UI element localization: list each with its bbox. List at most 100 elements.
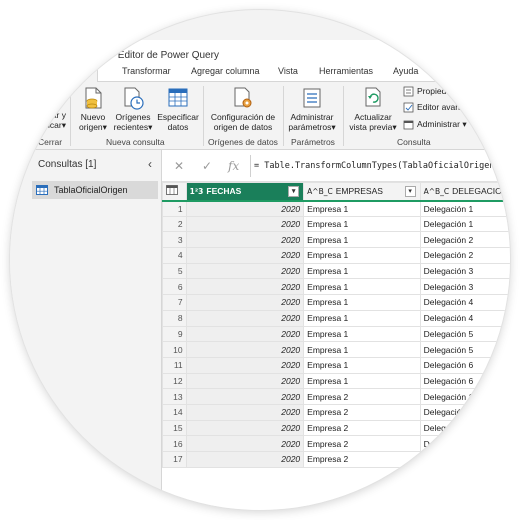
- cell-delegacion[interactable]: Delegación 6: [419, 356, 510, 374]
- cell-delegacion[interactable]: Delegación 1: [419, 200, 510, 217]
- close-apply-button[interactable]: rar y icar▾: [40, 110, 66, 130]
- cell-delegacion[interactable]: Delegación 2: [419, 247, 510, 264]
- cell-fechas[interactable]: 2020: [185, 388, 305, 405]
- chevron-left-icon[interactable]: ‹: [148, 157, 152, 171]
- cell-fechas[interactable]: 2020: [185, 278, 305, 296]
- row-number[interactable]: 9: [162, 325, 187, 343]
- cell-delegacion[interactable]: Delegación 2: [419, 419, 510, 437]
- tab-ayuda[interactable]: Ayuda: [393, 66, 418, 76]
- cell-empresas[interactable]: Empresa 1: [303, 215, 421, 233]
- tab-agregar-columna[interactable]: Agregar columna: [191, 66, 260, 76]
- cell-fechas[interactable]: 2020: [185, 451, 305, 468]
- data-source-settings-button[interactable]: Configuración de origen de datos: [207, 86, 279, 132]
- cell-empresas[interactable]: Empresa 1: [303, 278, 421, 296]
- cell-delegacion[interactable]: Delegación 1: [419, 403, 510, 421]
- row-number[interactable]: 6: [162, 278, 187, 296]
- cell-fechas[interactable]: 2020: [185, 356, 305, 374]
- table-row: 16 2020 Empresa 2 Delegación 2: [162, 435, 510, 452]
- cell-empresas[interactable]: Empresa 1: [303, 294, 421, 311]
- origenes-recientes-button[interactable]: Orígenes recientes▾: [112, 86, 154, 132]
- cell-empresas[interactable]: Empresa 1: [303, 325, 421, 343]
- cell-delegacion[interactable]: Delegación 4: [419, 309, 510, 327]
- cell-empresas[interactable]: Empresa 1: [303, 372, 421, 390]
- row-number[interactable]: 4: [162, 247, 187, 264]
- row-number[interactable]: 17: [162, 451, 187, 468]
- tab-vista[interactable]: Vista: [278, 66, 298, 76]
- especificar-datos-button[interactable]: Especificar datos: [156, 86, 200, 132]
- row-number[interactable]: 15: [162, 419, 187, 437]
- row-number[interactable]: 3: [162, 231, 187, 249]
- row-number[interactable]: 11: [162, 356, 187, 374]
- cell-empresas[interactable]: Empresa 2: [303, 403, 421, 421]
- cell-fechas[interactable]: 2020: [185, 435, 305, 452]
- cell-empresas[interactable]: Empresa 1: [303, 341, 421, 358]
- cell-fechas[interactable]: 2020: [185, 294, 305, 311]
- column-header-empresas[interactable]: A^B_C EMPRESAS ▾: [303, 182, 421, 202]
- properties-button[interactable]: Propied: [403, 86, 446, 97]
- formula-input[interactable]: = Table.TransformColumnTypes(TablaOficia…: [254, 161, 510, 171]
- cell-empresas[interactable]: Empresa 1: [303, 231, 421, 249]
- column-header-fechas[interactable]: 1²3 FECHAS ▾: [185, 182, 305, 202]
- manage-parameters-button[interactable]: Administrar parámetros▾: [287, 86, 337, 132]
- cell-fechas[interactable]: 2020: [185, 262, 305, 280]
- cell-empresas[interactable]: Empresa 1: [303, 200, 421, 217]
- cell-fechas[interactable]: 2020: [185, 231, 305, 249]
- row-number[interactable]: 2: [162, 215, 187, 233]
- cell-delegacion[interactable]: Delegación 1: [419, 388, 510, 405]
- query-item-tablaoficialorigen[interactable]: TablaOficialOrigen: [32, 181, 158, 199]
- nuevo-origen-button[interactable]: Nuevo origen▾: [76, 86, 110, 132]
- manage-button[interactable]: Administrar ▾: [403, 119, 467, 130]
- tab-herramientas[interactable]: Herramientas: [319, 66, 373, 76]
- table-menu-icon: [166, 185, 178, 196]
- cell-delegacion[interactable]: Delegación 3: [419, 278, 510, 296]
- tab-transformar[interactable]: Transformar: [122, 66, 171, 76]
- cell-empresas[interactable]: Empresa 2: [303, 388, 421, 405]
- cell-delegacion[interactable]: Delegación 5: [419, 325, 510, 343]
- advanced-editor-button[interactable]: Editor avan: [403, 102, 460, 113]
- cell-delegacion[interactable]: Delegación 3: [419, 451, 510, 468]
- tab-inicio[interactable]: icio: [70, 62, 98, 83]
- cell-empresas[interactable]: Empresa 1: [303, 247, 421, 264]
- cell-delegacion[interactable]: Delegación 1: [419, 215, 510, 233]
- cell-delegacion[interactable]: Delegación 6: [419, 372, 510, 390]
- cell-fechas[interactable]: 2020: [185, 247, 305, 264]
- cell-delegacion[interactable]: Delegación 5: [419, 341, 510, 358]
- cell-empresas[interactable]: Empresa 2: [303, 451, 421, 468]
- row-number[interactable]: 10: [162, 341, 187, 358]
- cell-empresas[interactable]: Empresa 2: [303, 435, 421, 452]
- row-number[interactable]: 16: [162, 435, 187, 452]
- cell-fechas[interactable]: 2020: [185, 403, 305, 421]
- nuevo-origen-line1: Nuevo: [80, 112, 106, 122]
- cell-delegacion[interactable]: Delegación 3: [419, 262, 510, 280]
- cancel-icon[interactable]: ✕: [174, 159, 184, 173]
- cell-fechas[interactable]: 2020: [185, 419, 305, 437]
- cell-empresas[interactable]: Empresa 1: [303, 356, 421, 374]
- table-row: 2 2020 Empresa 1 Delegación 1: [162, 215, 510, 233]
- column-header-delegacion[interactable]: A^B_C DELEGACION: [419, 182, 510, 202]
- cell-empresas[interactable]: Empresa 2: [303, 419, 421, 437]
- row-number[interactable]: 14: [162, 403, 187, 421]
- cell-fechas[interactable]: 2020: [185, 215, 305, 233]
- cell-fechas[interactable]: 2020: [185, 341, 305, 358]
- column-filter-dropdown[interactable]: ▾: [288, 186, 300, 197]
- cell-delegacion[interactable]: Delegación 4: [419, 294, 510, 311]
- cell-fechas[interactable]: 2020: [185, 372, 305, 390]
- cell-empresas[interactable]: Empresa 1: [303, 309, 421, 327]
- cell-delegacion[interactable]: Delegación 2: [419, 231, 510, 249]
- check-icon[interactable]: ✓: [202, 159, 212, 173]
- cell-fechas[interactable]: 2020: [185, 309, 305, 327]
- row-number[interactable]: 13: [162, 388, 187, 405]
- row-number[interactable]: 1: [162, 200, 187, 217]
- table-corner-menu[interactable]: [162, 182, 187, 202]
- row-number[interactable]: 7: [162, 294, 187, 311]
- cell-fechas[interactable]: 2020: [185, 200, 305, 217]
- row-number[interactable]: 5: [162, 262, 187, 280]
- cell-empresas[interactable]: Empresa 1: [303, 262, 421, 280]
- refresh-preview-button[interactable]: Actualizar vista previa▾: [347, 86, 399, 132]
- function-fx-icon[interactable]: fx: [228, 159, 239, 173]
- cell-delegacion[interactable]: Delegación 2: [419, 435, 510, 452]
- row-number[interactable]: 12: [162, 372, 187, 390]
- column-filter-dropdown[interactable]: ▾: [404, 186, 416, 197]
- row-number[interactable]: 8: [162, 309, 187, 327]
- cell-fechas[interactable]: 2020: [185, 325, 305, 343]
